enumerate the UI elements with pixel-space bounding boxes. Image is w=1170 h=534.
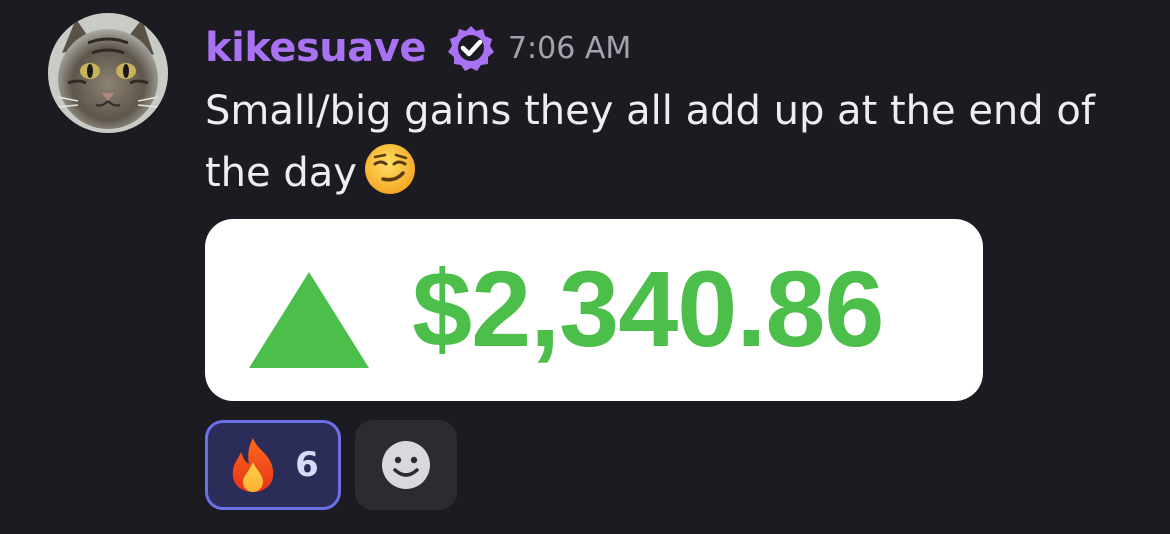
add-reaction-smile-icon <box>382 441 430 489</box>
message-text: Small/big gains they all add up at the e… <box>205 88 1095 196</box>
gain-image-embed[interactable]: $2,340.86 <box>205 219 983 401</box>
fire-reaction-button[interactable]: 6 <box>205 420 341 510</box>
author-name[interactable]: kikesuave <box>205 25 426 71</box>
add-reaction-button[interactable] <box>355 420 457 510</box>
cat-avatar-image <box>48 13 168 133</box>
message-header: kikesuave 7:06 AM <box>205 24 631 72</box>
reaction-count: 6 <box>295 445 319 485</box>
up-triangle-icon <box>249 272 369 368</box>
reaction-bar: 6 <box>205 420 457 510</box>
chat-message: kikesuave 7:06 AM Small/big gains they a… <box>0 0 1170 534</box>
user-avatar[interactable] <box>48 13 168 133</box>
smirking-face-emoji <box>363 142 417 196</box>
message-content: Small/big gains they all add up at the e… <box>205 80 1125 204</box>
gain-amount: $2,340.86 <box>412 248 884 369</box>
message-timestamp: 7:06 AM <box>507 30 632 66</box>
verified-badge-icon <box>446 23 496 73</box>
fire-emoji <box>232 438 274 492</box>
